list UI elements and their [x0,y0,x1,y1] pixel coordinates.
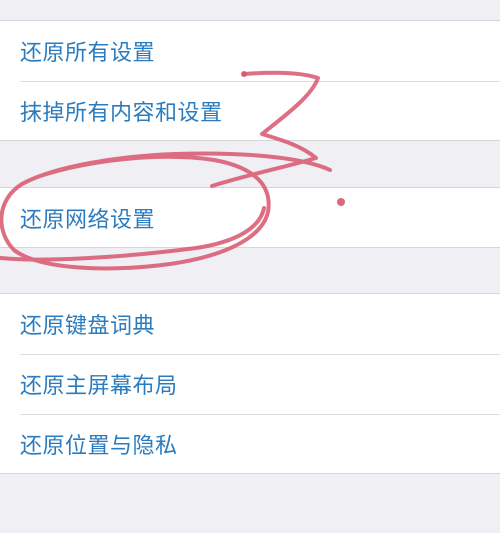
reset-network-settings-button[interactable]: 还原网络设置 [0,188,500,248]
reset-network-settings-label: 还原网络设置 [20,208,156,233]
reset-group-other: 还原键盘词典 还原主屏幕布局 还原位置与隐私 [0,293,500,474]
erase-all-content-label: 抹掉所有内容和设置 [20,101,223,126]
reset-location-privacy-button[interactable]: 还原位置与隐私 [0,414,500,474]
reset-keyboard-dictionary-button[interactable]: 还原键盘词典 [0,294,500,354]
reset-home-screen-layout-label: 还原主屏幕布局 [20,374,178,399]
erase-all-content-button[interactable]: 抹掉所有内容和设置 [0,81,500,141]
reset-group-general: 还原所有设置 抹掉所有内容和设置 [0,20,500,141]
reset-all-settings-button[interactable]: 还原所有设置 [0,21,500,81]
reset-location-privacy-label: 还原位置与隐私 [20,434,178,459]
reset-group-network: 还原网络设置 [0,187,500,248]
reset-home-screen-layout-button[interactable]: 还原主屏幕布局 [0,354,500,414]
reset-all-settings-label: 还原所有设置 [20,41,156,66]
reset-keyboard-dictionary-label: 还原键盘词典 [20,314,156,339]
